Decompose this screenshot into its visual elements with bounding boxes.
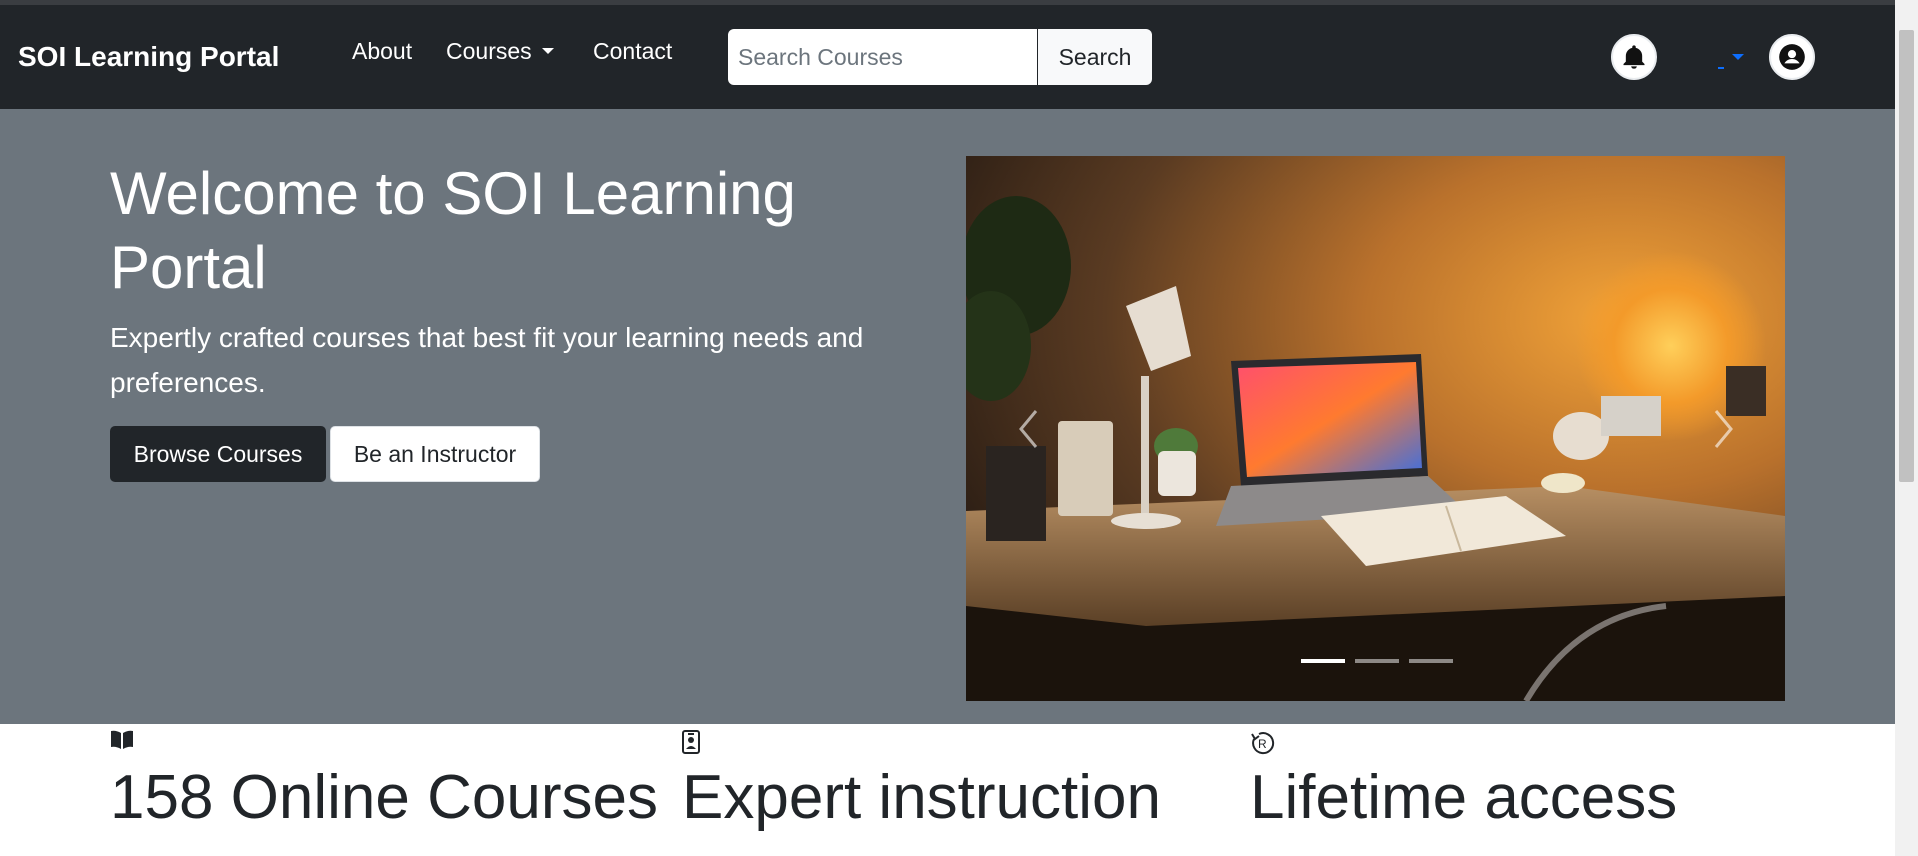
be-instructor-button[interactable]: Be an Instructor xyxy=(330,426,540,482)
hero-carousel xyxy=(966,156,1785,701)
feature-title: Expert instruction xyxy=(682,763,1161,832)
language-dropdown-icon xyxy=(1718,54,1744,69)
navbar: SOI Learning Portal About Courses Contac… xyxy=(0,5,1895,109)
page-scrollbar[interactable] xyxy=(1895,0,1918,856)
search-input[interactable] xyxy=(728,29,1037,85)
nav-courses-label: Courses xyxy=(446,38,532,64)
search-button[interactable]: Search xyxy=(1038,29,1152,85)
user-icon xyxy=(1779,44,1805,70)
browse-courses-button[interactable]: Browse Courses xyxy=(110,426,326,482)
notifications-button[interactable] xyxy=(1611,34,1657,80)
user-profile-button[interactable] xyxy=(1769,34,1815,80)
svg-text:R: R xyxy=(1258,737,1267,751)
bell-icon xyxy=(1623,45,1645,69)
carousel-indicator-3[interactable] xyxy=(1409,659,1453,663)
chevron-down-icon xyxy=(541,47,554,54)
scrollbar-thumb[interactable] xyxy=(1899,30,1914,482)
hero-subtitle: Expertly crafted courses that best fit y… xyxy=(110,322,864,398)
nav-link-about[interactable]: About xyxy=(352,38,412,65)
carousel-indicator-1[interactable] xyxy=(1301,659,1345,663)
feature-title: Lifetime access xyxy=(1250,763,1678,832)
hero-section: Welcome to SOI Learning Portal Expertly … xyxy=(0,109,1895,724)
brand-logo-link[interactable]: SOI Learning Portal xyxy=(18,41,279,73)
hero-title: Welcome to SOI Learning Portal xyxy=(110,160,796,301)
carousel-indicator-2[interactable] xyxy=(1355,659,1399,663)
nav-dropdown-courses[interactable]: Courses xyxy=(446,38,554,65)
registered-icon: R xyxy=(1251,732,1275,755)
feature-title: 158 Online Courses xyxy=(110,763,658,832)
book-icon xyxy=(111,730,133,749)
nav-link-contact[interactable]: Contact xyxy=(593,38,672,65)
carousel-slide-image xyxy=(966,156,1785,701)
language-dropdown[interactable] xyxy=(1712,41,1748,75)
person-badge-icon xyxy=(682,730,700,754)
